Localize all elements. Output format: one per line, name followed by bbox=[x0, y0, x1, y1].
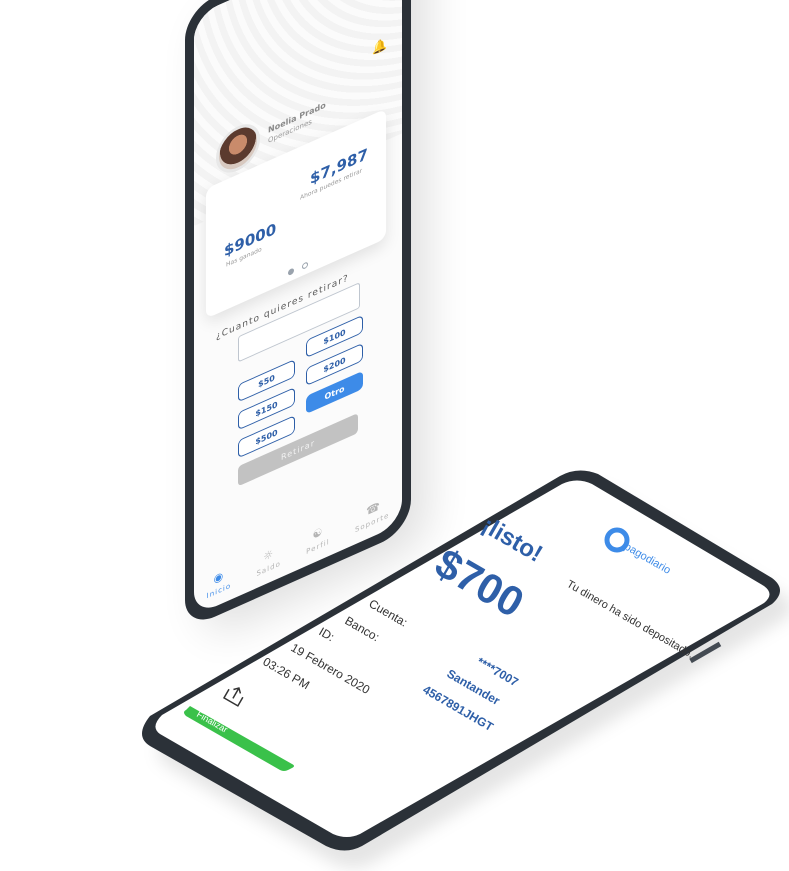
confirmation-phone: pagodiario ¡listo! $700 Tu dinero ha sid… bbox=[142, 470, 789, 868]
